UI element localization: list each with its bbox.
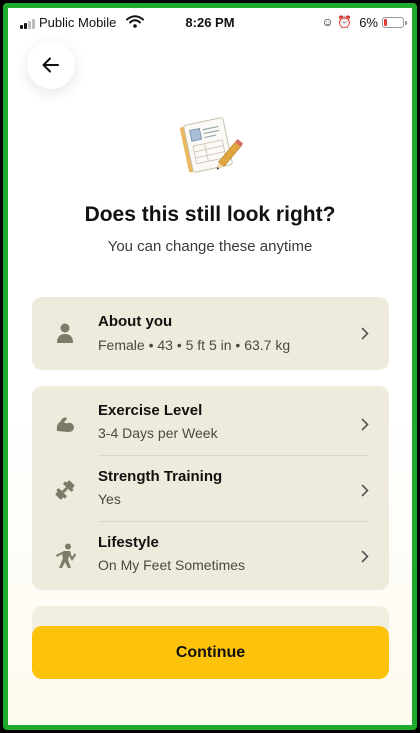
battery-percent: 6% bbox=[359, 15, 378, 30]
device-frame: Public Mobile 8:26 PM ☺ ⏰ 6% Does this s… bbox=[0, 0, 420, 733]
battery-icon bbox=[382, 17, 407, 28]
back-button[interactable] bbox=[27, 41, 75, 89]
person-icon bbox=[57, 323, 73, 343]
continue-button[interactable]: Continue bbox=[32, 626, 389, 679]
face-id-icon: ☺ bbox=[321, 15, 334, 29]
strength-training-row[interactable]: Strength Training Yes bbox=[32, 456, 389, 522]
lifestyle-value: On My Feet Sometimes bbox=[98, 557, 246, 573]
chevron-right-icon bbox=[361, 550, 369, 563]
arrow-left-icon bbox=[42, 57, 59, 73]
dumbbell-icon bbox=[55, 480, 75, 500]
chevron-right-icon bbox=[361, 484, 369, 497]
about-you-card: About you Female • 43 • 5 ft 5 in • 63.7… bbox=[32, 297, 389, 370]
page-title: Does this still look right? bbox=[84, 203, 336, 226]
flexed-arm-icon bbox=[56, 417, 74, 432]
chevron-right-icon bbox=[361, 327, 369, 340]
activity-card: Exercise Level 3-4 Days per Week Strengt… bbox=[32, 386, 389, 590]
app-screen: Public Mobile 8:26 PM ☺ ⏰ 6% Does this s… bbox=[8, 8, 412, 725]
page-subtitle: You can change these anytime bbox=[107, 238, 313, 255]
chevron-right-icon bbox=[361, 418, 369, 431]
strength-training-label: Strength Training bbox=[98, 468, 223, 485]
alarm-icon: ⏰ bbox=[337, 15, 352, 29]
lifestyle-row[interactable]: Lifestyle On My Feet Sometimes bbox=[32, 522, 389, 588]
highlight-border: Public Mobile 8:26 PM ☺ ⏰ 6% Does this s… bbox=[3, 3, 417, 730]
document-pencil-icon bbox=[180, 117, 244, 173]
lifestyle-label: Lifestyle bbox=[98, 534, 159, 551]
exercise-level-value: 3-4 Days per Week bbox=[98, 425, 218, 441]
stretching-person-icon bbox=[56, 543, 76, 568]
about-you-value: Female • 43 • 5 ft 5 in • 63.7 kg bbox=[98, 337, 291, 353]
strength-training-value: Yes bbox=[98, 491, 121, 507]
about-you-row[interactable]: About you Female • 43 • 5 ft 5 in • 63.7… bbox=[32, 297, 389, 370]
status-bar: Public Mobile 8:26 PM ☺ ⏰ 6% bbox=[8, 8, 412, 38]
exercise-level-row[interactable]: Exercise Level 3-4 Days per Week bbox=[32, 390, 389, 456]
exercise-level-label: Exercise Level bbox=[98, 402, 203, 419]
about-you-label: About you bbox=[98, 313, 173, 330]
